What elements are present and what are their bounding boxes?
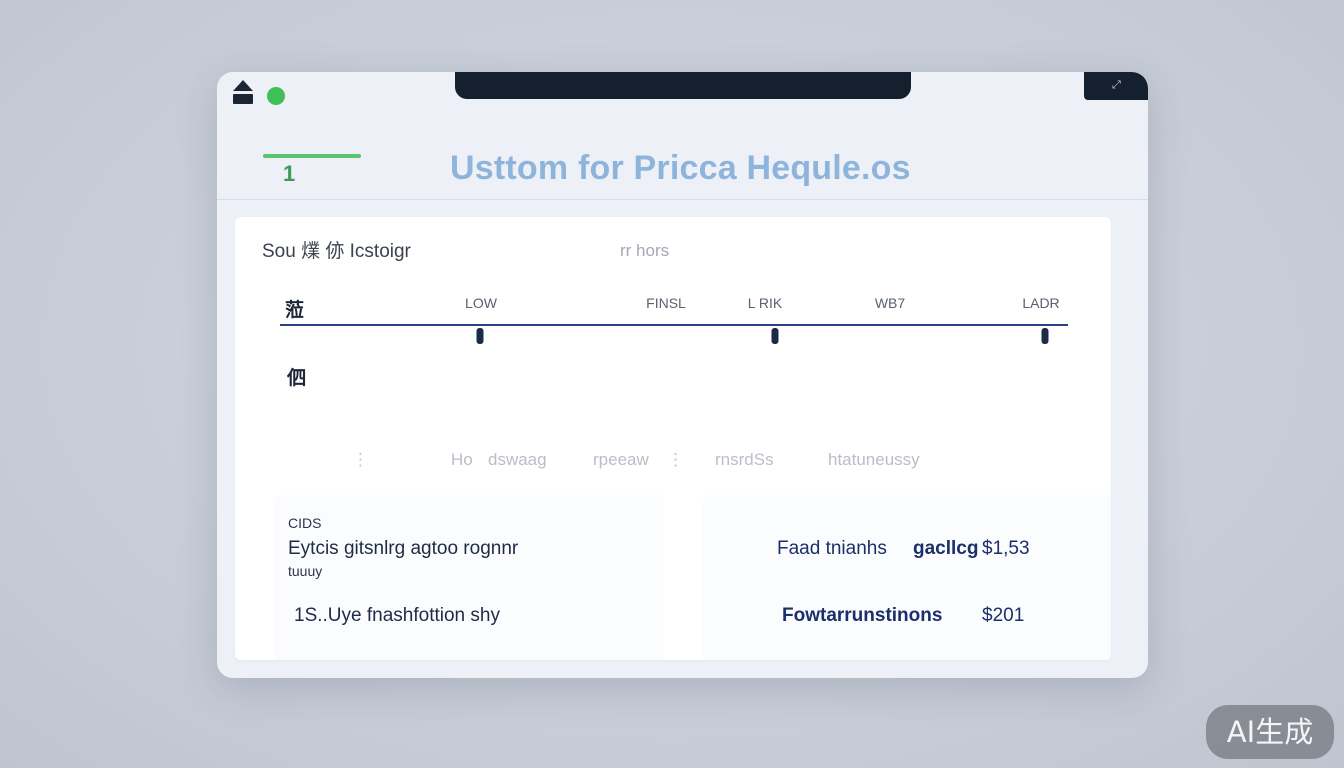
- window-notch: [455, 72, 911, 99]
- app-window: ⤢ 1 Usttom for Pricca Hequle.os Sou 㸁 㑊 …: [217, 72, 1148, 678]
- faded-item: htatuneussy: [828, 450, 920, 469]
- card-tag: CIDS: [288, 515, 322, 531]
- faded-item: rnsrdSs: [715, 450, 774, 469]
- timeline-marker[interactable]: [1041, 328, 1049, 344]
- timeline-marker[interactable]: [771, 328, 779, 344]
- tab-underline: [263, 154, 361, 158]
- price-value: $1,53: [982, 538, 1030, 559]
- timeline-axis: [280, 324, 1068, 326]
- faded-separator: ⋮: [667, 450, 684, 469]
- faded-item: Ho: [451, 450, 473, 469]
- card-line-foot: 1S..Uye fnashfottion shy: [294, 605, 500, 626]
- card-line-main: Eytcis gitsnlrg agtoo rognnr: [288, 538, 519, 559]
- status-dot: [267, 87, 285, 105]
- timeline-label: L RIK: [747, 295, 783, 311]
- panel-heading: Sou 㸁 㑊 Icstoigr: [262, 241, 411, 262]
- price-value: $201: [982, 605, 1025, 626]
- header-divider: [217, 199, 1148, 200]
- price-label: Faad tnianhs: [777, 538, 887, 559]
- ai-generated-badge: AI生成: [1206, 705, 1334, 759]
- expand-icon[interactable]: ⤢: [1112, 80, 1122, 91]
- price-label: Fowtarrunstinons: [782, 605, 943, 626]
- price-emphasis: gacllcg: [913, 538, 979, 559]
- timeline-label: FINSL: [646, 295, 686, 311]
- summary-card-left: CIDS Eytcis gitsnlrg agtoo rognnr tuuuy …: [275, 495, 664, 660]
- faded-separator: ⋮: [352, 450, 369, 469]
- faded-item: dswaag: [488, 450, 547, 469]
- faded-item: rpeeaw: [593, 450, 649, 469]
- row-label-bottom: 伵: [287, 368, 307, 389]
- panel-note: rr hors: [620, 241, 670, 260]
- row-label-top: 蒞: [285, 300, 305, 321]
- timeline-marker[interactable]: [476, 328, 484, 344]
- window-corner-tab[interactable]: ⤢: [1084, 72, 1148, 100]
- summary-card-right: Faad tnianhs gacllcg $1,53 Fowtarrunstin…: [703, 495, 1111, 660]
- timeline-label: LADR: [1022, 295, 1060, 311]
- timeline-label: LOW: [465, 295, 497, 311]
- card-tag: tuuuy: [288, 563, 323, 579]
- main-panel: Sou 㸁 㑊 Icstoigr rr hors 蒞 伵 LOW FINSL L…: [235, 217, 1111, 660]
- window-title: Usttom for Pricca Hequle.os: [450, 149, 911, 187]
- tab-marker[interactable]: 1: [283, 162, 295, 186]
- timeline-label: WB7: [874, 295, 906, 311]
- eject-icon[interactable]: [232, 79, 254, 105]
